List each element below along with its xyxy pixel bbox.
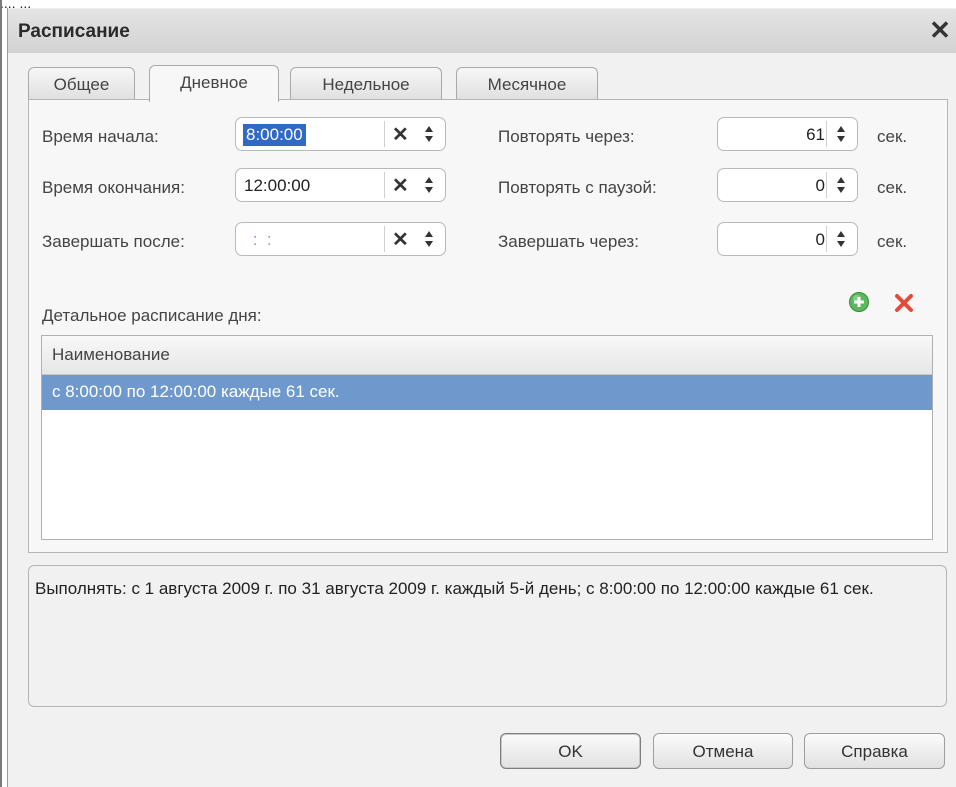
repeat-every-field[interactable]: 61	[717, 117, 858, 151]
ok-button[interactable]: OK	[500, 733, 641, 769]
dialog-title: Расписание	[18, 21, 130, 42]
finish-after-field[interactable]: : : ✕	[235, 222, 446, 256]
repeat-pause-label: Повторять с паузой:	[498, 178, 657, 197]
help-button[interactable]: Справка	[804, 733, 945, 769]
spinner-icon[interactable]	[832, 170, 850, 200]
finish-in-unit: сек.	[877, 232, 908, 251]
left-border-line	[0, 0, 2, 787]
field-divider	[826, 121, 827, 147]
tab-weekly[interactable]: Недельное	[290, 67, 442, 102]
end-time-value[interactable]: 12:00:00	[244, 176, 310, 196]
field-divider	[826, 226, 827, 252]
spinner-icon[interactable]	[420, 170, 438, 200]
schedule-summary-box: Выполнять: с 1 августа 2009 г. по 31 авг…	[28, 565, 947, 707]
title-bar	[8, 9, 956, 53]
close-icon[interactable]: ✕	[927, 15, 953, 45]
finish-in-label: Завершать через:	[498, 232, 639, 251]
field-divider	[384, 121, 385, 147]
column-header-name[interactable]: Наименование	[52, 345, 170, 365]
finish-in-field[interactable]: 0	[717, 222, 858, 256]
repeat-pause-field[interactable]: 0	[717, 168, 858, 202]
repeat-pause-unit: сек.	[877, 178, 908, 197]
top-text-fragment: ..., ,,,	[0, 0, 32, 8]
table-header[interactable]: Наименование	[42, 336, 932, 375]
table-row[interactable]: с 8:00:00 по 12:00:00 каждые 61 сек.	[42, 375, 932, 410]
tab-general[interactable]: Общее	[28, 67, 135, 102]
end-time-label: Время окончания:	[42, 178, 185, 197]
finish-after-label: Завершать после:	[42, 232, 185, 251]
detail-schedule-label: Детальное расписание дня:	[42, 306, 262, 325]
repeat-every-label: Повторять через:	[498, 127, 635, 146]
cancel-button[interactable]: Отмена	[653, 733, 793, 769]
spinner-icon[interactable]	[832, 119, 850, 149]
clear-icon[interactable]: ✕	[392, 122, 409, 147]
delete-icon[interactable]	[893, 292, 915, 314]
field-divider	[384, 226, 385, 252]
repeat-pause-value[interactable]: 0	[816, 176, 825, 196]
tab-monthly[interactable]: Месячное	[456, 67, 598, 102]
add-icon[interactable]	[848, 291, 870, 313]
repeat-every-unit: сек.	[877, 127, 908, 146]
spinner-icon[interactable]	[420, 224, 438, 254]
spinner-icon[interactable]	[832, 224, 850, 254]
finish-in-value[interactable]: 0	[816, 230, 825, 250]
detail-schedule-table[interactable]: Наименование с 8:00:00 по 12:00:00 кажды…	[41, 335, 933, 540]
table-cell: с 8:00:00 по 12:00:00 каждые 61 сек.	[52, 382, 340, 401]
tab-daily[interactable]: Дневное	[149, 65, 279, 102]
clear-icon[interactable]: ✕	[392, 173, 409, 198]
field-divider	[384, 172, 385, 198]
clear-icon[interactable]: ✕	[392, 227, 409, 252]
start-time-value[interactable]: 8:00:00	[243, 124, 306, 146]
start-time-field[interactable]: 8:00:00 ✕	[235, 117, 446, 151]
repeat-every-value[interactable]: 61	[806, 125, 825, 145]
finish-after-value[interactable]: : :	[248, 230, 272, 250]
start-time-label: Время начала:	[42, 127, 159, 146]
end-time-field[interactable]: 12:00:00 ✕	[235, 168, 446, 202]
spinner-icon[interactable]	[420, 119, 438, 149]
schedule-summary-text: Выполнять: с 1 августа 2009 г. по 31 авг…	[35, 579, 874, 598]
field-divider	[826, 172, 827, 198]
